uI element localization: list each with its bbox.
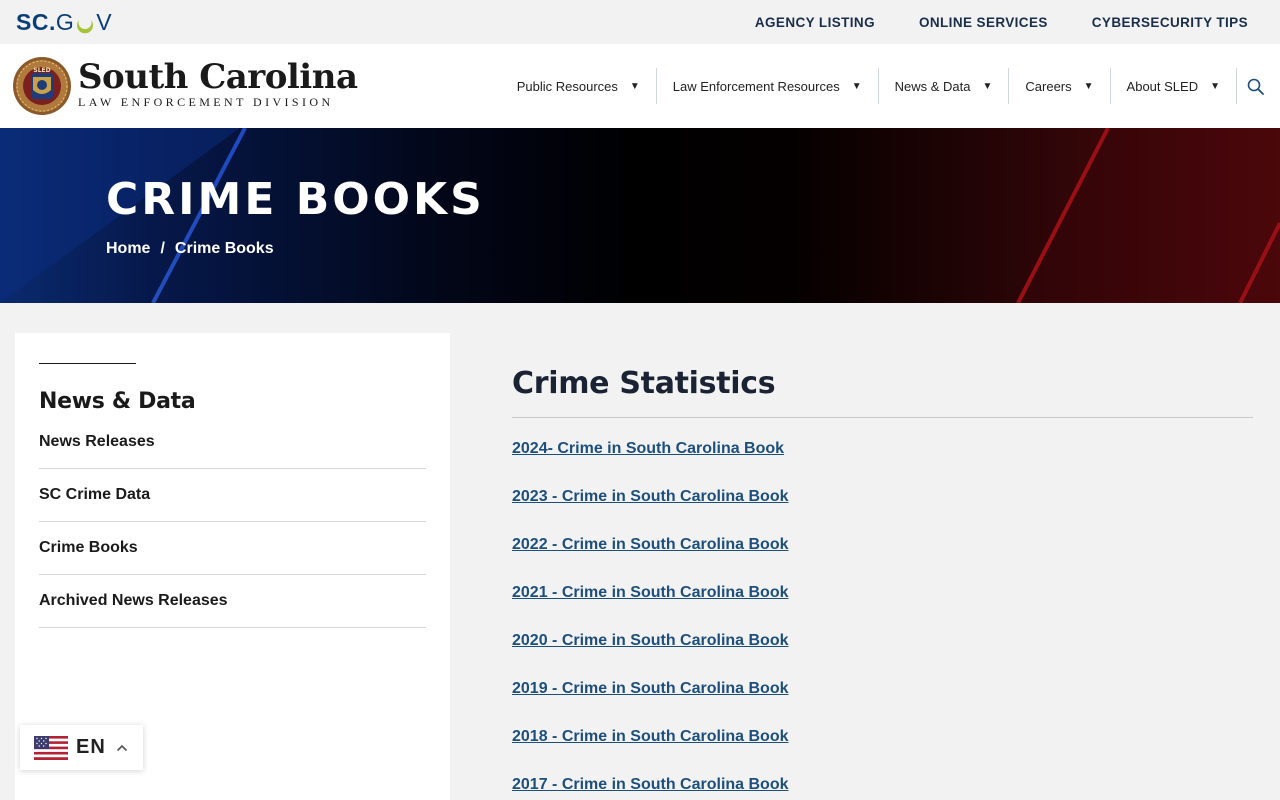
language-selector[interactable]: EN	[20, 725, 143, 770]
online-services-link[interactable]: ONLINE SERVICES	[919, 15, 1048, 30]
sidebar-item-crime-books[interactable]: Crime Books	[39, 522, 426, 575]
scgov-logo[interactable]: SC. G V	[16, 9, 112, 36]
us-flag-icon	[34, 735, 68, 760]
section-divider	[512, 417, 1253, 418]
list-item: 2017 - Crime in South Carolina Book	[512, 776, 789, 800]
nav-public-resources[interactable]: Public Resources ▼	[501, 68, 656, 104]
nav-label: News & Data	[894, 78, 971, 94]
crime-book-link-2018[interactable]: 2018 - Crime in South Carolina Book	[512, 728, 789, 745]
list-item: 2020 - Crime in South Carolina Book	[512, 632, 789, 680]
crime-book-link-2017[interactable]: 2017 - Crime in South Carolina Book	[512, 776, 789, 793]
list-item: 2023 - Crime in South Carolina Book	[512, 488, 789, 536]
search-button[interactable]	[1236, 68, 1268, 104]
caret-down-icon: ▼	[851, 80, 862, 92]
caret-down-icon: ▼	[982, 80, 993, 92]
crime-book-link-2020[interactable]: 2020 - Crime in South Carolina Book	[512, 632, 789, 649]
crime-book-link-2021[interactable]: 2021 - Crime in South Carolina Book	[512, 584, 789, 601]
sidebar-item-label: SC Crime Data	[39, 486, 151, 503]
page-hero: CRIME BOOKS Home / Crime Books	[0, 128, 1280, 303]
sidebar-item-label: Archived News Releases	[39, 592, 228, 609]
breadcrumb-current: Crime Books	[174, 240, 274, 257]
scgov-logo-sc: SC	[16, 9, 49, 35]
language-code: EN	[76, 736, 106, 758]
nav-label: Careers	[1025, 78, 1072, 94]
sidebar-item-label: News Releases	[39, 433, 155, 450]
page-title: CRIME BOOKS	[106, 174, 485, 225]
brand[interactable]: South Carolina LAW ENFORCEMENT DIVISION	[78, 57, 358, 110]
nav-about-sled[interactable]: About SLED ▼	[1109, 68, 1236, 104]
caret-down-icon: ▼	[1083, 80, 1094, 92]
nav-label: Public Resources	[516, 78, 618, 94]
scgov-logo-g: G	[55, 9, 75, 35]
sidebar-title: News & Data	[39, 389, 196, 414]
nav-news-data[interactable]: News & Data ▼	[877, 68, 1009, 104]
sidebar-item-label: Crime Books	[39, 539, 138, 556]
scgov-logo-dot: .	[48, 9, 56, 35]
sled-seal-logo[interactable]: SLED	[12, 56, 72, 116]
brand-title: South Carolina	[78, 57, 358, 97]
crime-book-link-2023[interactable]: 2023 - Crime in South Carolina Book	[512, 488, 789, 505]
seal-text: SLED	[33, 67, 50, 74]
crime-book-link-2022[interactable]: 2022 - Crime in South Carolina Book	[512, 536, 789, 553]
breadcrumb-separator: /	[160, 240, 165, 257]
main-nav: Public Resources ▼ Law Enforcement Resou…	[501, 68, 1268, 104]
scgov-logo-v: V	[96, 9, 113, 35]
sidebar-item-news-releases[interactable]: News Releases	[39, 417, 426, 469]
list-item: 2019 - Crime in South Carolina Book	[512, 680, 789, 728]
sidebar-item-archived-news-releases[interactable]: Archived News Releases	[39, 575, 426, 628]
sidebar-item-sc-crime-data[interactable]: SC Crime Data	[39, 469, 426, 522]
caret-down-icon: ▼	[1210, 80, 1220, 92]
sidebar-divider	[39, 363, 136, 364]
scgov-logo-gov: GV	[56, 9, 112, 36]
nav-label: About SLED	[1126, 78, 1199, 94]
list-item: 2018 - Crime in South Carolina Book	[512, 728, 789, 776]
site-header: SLED South Carolina LAW ENFORCEMENT DIVI…	[0, 44, 1280, 128]
nav-label: Law Enforcement Resources	[672, 78, 840, 94]
crime-book-link-2024[interactable]: 2024- Crime in South Carolina Book	[512, 440, 784, 457]
cybersecurity-tips-link[interactable]: CYBERSECURITY TIPS	[1092, 15, 1248, 30]
crime-book-link-2019[interactable]: 2019 - Crime in South Carolina Book	[512, 680, 789, 697]
list-item: 2021 - Crime in South Carolina Book	[512, 584, 789, 632]
list-item: 2022 - Crime in South Carolina Book	[512, 536, 789, 584]
utility-bar: SC. G V AGENCY LISTING ONLINE SERVICES CYB…	[0, 0, 1280, 44]
search-icon	[1247, 78, 1264, 95]
section-heading: Crime Statistics	[512, 366, 776, 401]
list-item: 2024- Crime in South Carolina Book	[512, 440, 789, 488]
breadcrumb: Home / Crime Books	[106, 240, 274, 258]
agency-listing-link[interactable]: AGENCY LISTING	[755, 15, 875, 30]
sidebar-menu: News Releases SC Crime Data Crime Books …	[39, 417, 426, 628]
moon-icon	[75, 13, 95, 33]
crime-books-list: 2024- Crime in South Carolina Book 2023 …	[512, 440, 789, 800]
nav-law-enforcement-resources[interactable]: Law Enforcement Resources ▼	[655, 68, 878, 104]
breadcrumb-home[interactable]: Home	[106, 240, 150, 258]
nav-careers[interactable]: Careers ▼	[1008, 68, 1109, 104]
utility-links: AGENCY LISTING ONLINE SERVICES CYBERSECU…	[755, 0, 1248, 44]
brand-subtitle: LAW ENFORCEMENT DIVISION	[78, 95, 334, 109]
caret-down-icon: ▼	[629, 80, 640, 92]
chevron-up-icon	[116, 744, 127, 751]
